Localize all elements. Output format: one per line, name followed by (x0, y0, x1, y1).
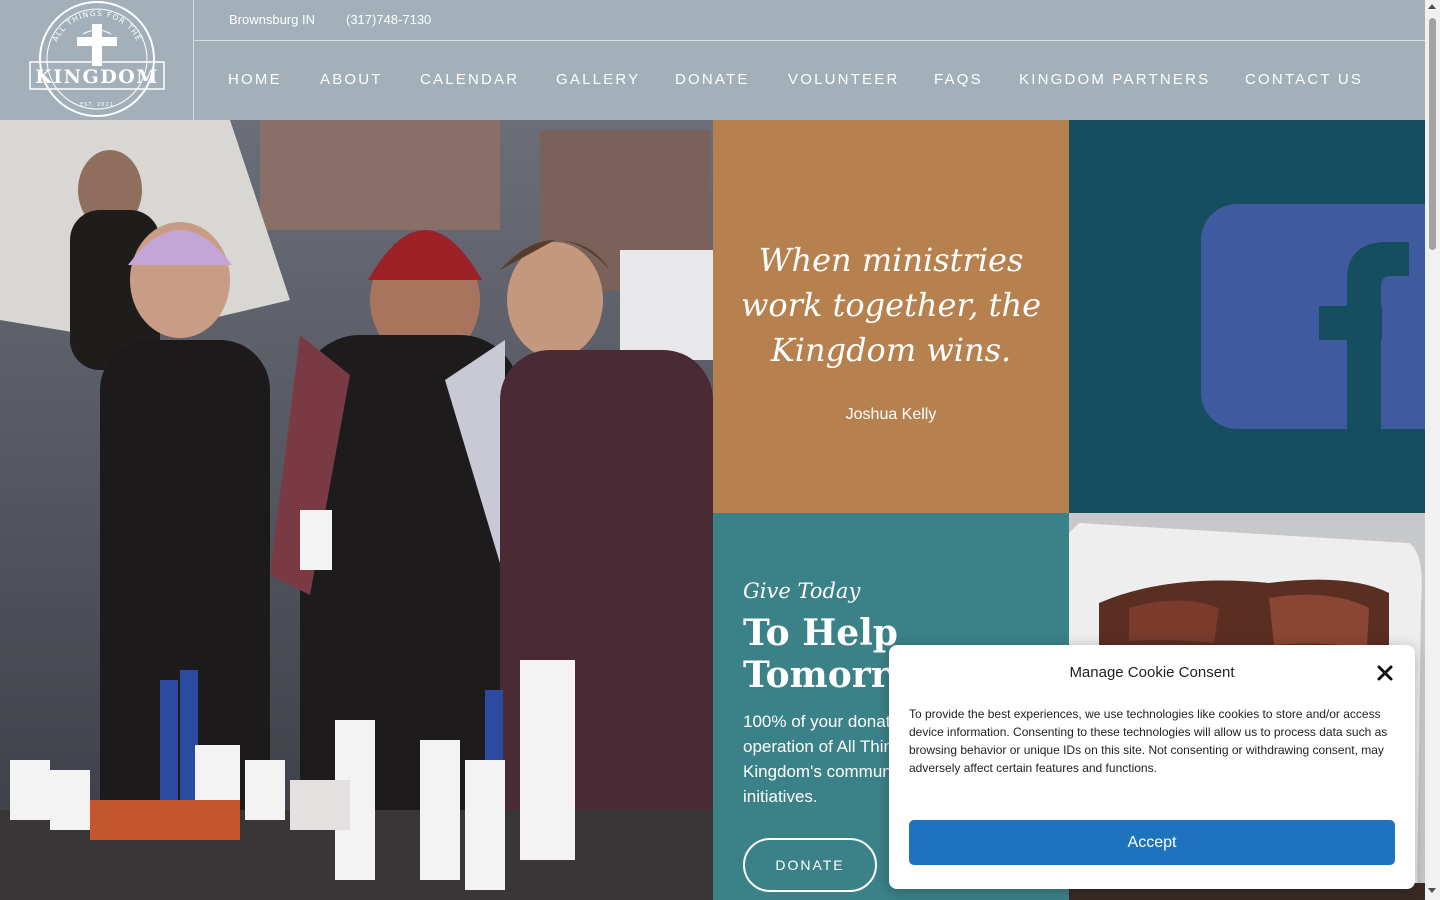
nav-donate[interactable]: DONATE (675, 71, 750, 88)
scroll-up-arrow-icon[interactable] (1428, 4, 1436, 9)
quote-section: When ministries work together, the Kingd… (713, 120, 1069, 513)
facebook-icon[interactable] (1069, 120, 1425, 513)
nav-kingdom-partners[interactable]: KINGDOM PARTNERS (1019, 71, 1210, 88)
scroll-thumb[interactable] (1429, 18, 1436, 250)
nav-about[interactable]: ABOUT (320, 71, 383, 88)
donate-button[interactable]: DONATE (743, 838, 877, 892)
close-icon[interactable] (1375, 663, 1395, 683)
page-scrollbar[interactable] (1425, 0, 1440, 900)
logo-est: EST. 2021 (80, 102, 114, 108)
site-header: ALL THINGS FOR THE KINGDOM EST. 2021 Bro… (0, 0, 1425, 120)
logo-name: KINGDOM (35, 66, 159, 88)
facebook-tile[interactable] (1069, 120, 1425, 513)
nav-contact-us[interactable]: CONTACT US (1245, 71, 1363, 88)
accept-button[interactable]: Accept (909, 820, 1395, 865)
cookie-text: To provide the best experiences, we use … (909, 707, 1388, 775)
hero-photo (0, 120, 713, 900)
scroll-down-arrow-icon[interactable] (1428, 888, 1436, 893)
give-eyebrow: Give Today (743, 579, 861, 603)
contact-topbar: Brownsburg IN (317)748-7130 (194, 0, 1425, 41)
nav-volunteer[interactable]: VOLUNTEER (788, 71, 900, 88)
cookie-consent-dialog: Manage Cookie Consent To provide the bes… (889, 645, 1415, 889)
phone-link[interactable]: (317)748-7130 (346, 12, 431, 27)
logo-link[interactable]: ALL THINGS FOR THE KINGDOM EST. 2021 (0, 0, 194, 120)
nav-calendar[interactable]: CALENDAR (420, 71, 519, 88)
nav-home[interactable]: HOME (228, 71, 282, 88)
nav-faqs[interactable]: FAQS (934, 71, 983, 88)
location-text: Brownsburg IN (229, 12, 315, 27)
quote-text: When ministries work together, the Kingd… (741, 241, 1041, 369)
cookie-title: Manage Cookie Consent (1069, 664, 1235, 681)
quote-author: Joshua Kelly (845, 406, 937, 423)
kingdom-logo: ALL THINGS FOR THE KINGDOM EST. 2021 (29, 1, 165, 117)
volunteers-photo (0, 120, 713, 900)
nav-gallery[interactable]: GALLERY (556, 71, 640, 88)
main-nav: HOME ABOUT CALENDAR GALLERY DONATE VOLUN… (194, 41, 1425, 120)
